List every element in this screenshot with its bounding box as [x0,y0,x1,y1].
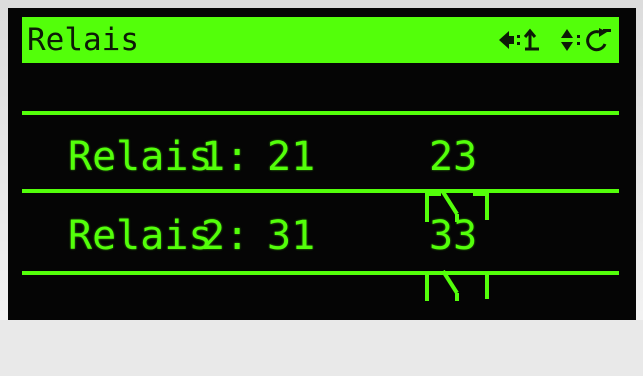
relay-label: Relais [68,213,213,259]
divider-middle [22,189,619,193]
speaker-back-icon[interactable] [497,27,541,53]
contact-a: 21 [267,134,316,180]
divider-top [22,111,619,115]
up-down-refresh-icon[interactable] [559,27,613,53]
divider-bottom [22,271,619,275]
relay-row-1[interactable]: Relais 1: 21 23 [68,129,490,222]
title-bar: Relais [22,17,619,63]
page-title: Relais [27,22,139,58]
relay-number: 1: [201,134,250,180]
relay-label: Relais [68,134,213,180]
contact-b: 33 [429,213,478,259]
relay-number: 2: [201,213,250,259]
status-icons [497,17,613,63]
relay-row-2[interactable]: Relais 2: 31 33 [68,208,490,301]
changeover-contact-icon [327,129,490,222]
changeover-contact-icon [327,208,490,301]
contact-a: 31 [267,213,316,259]
contact-b: 23 [429,134,478,180]
